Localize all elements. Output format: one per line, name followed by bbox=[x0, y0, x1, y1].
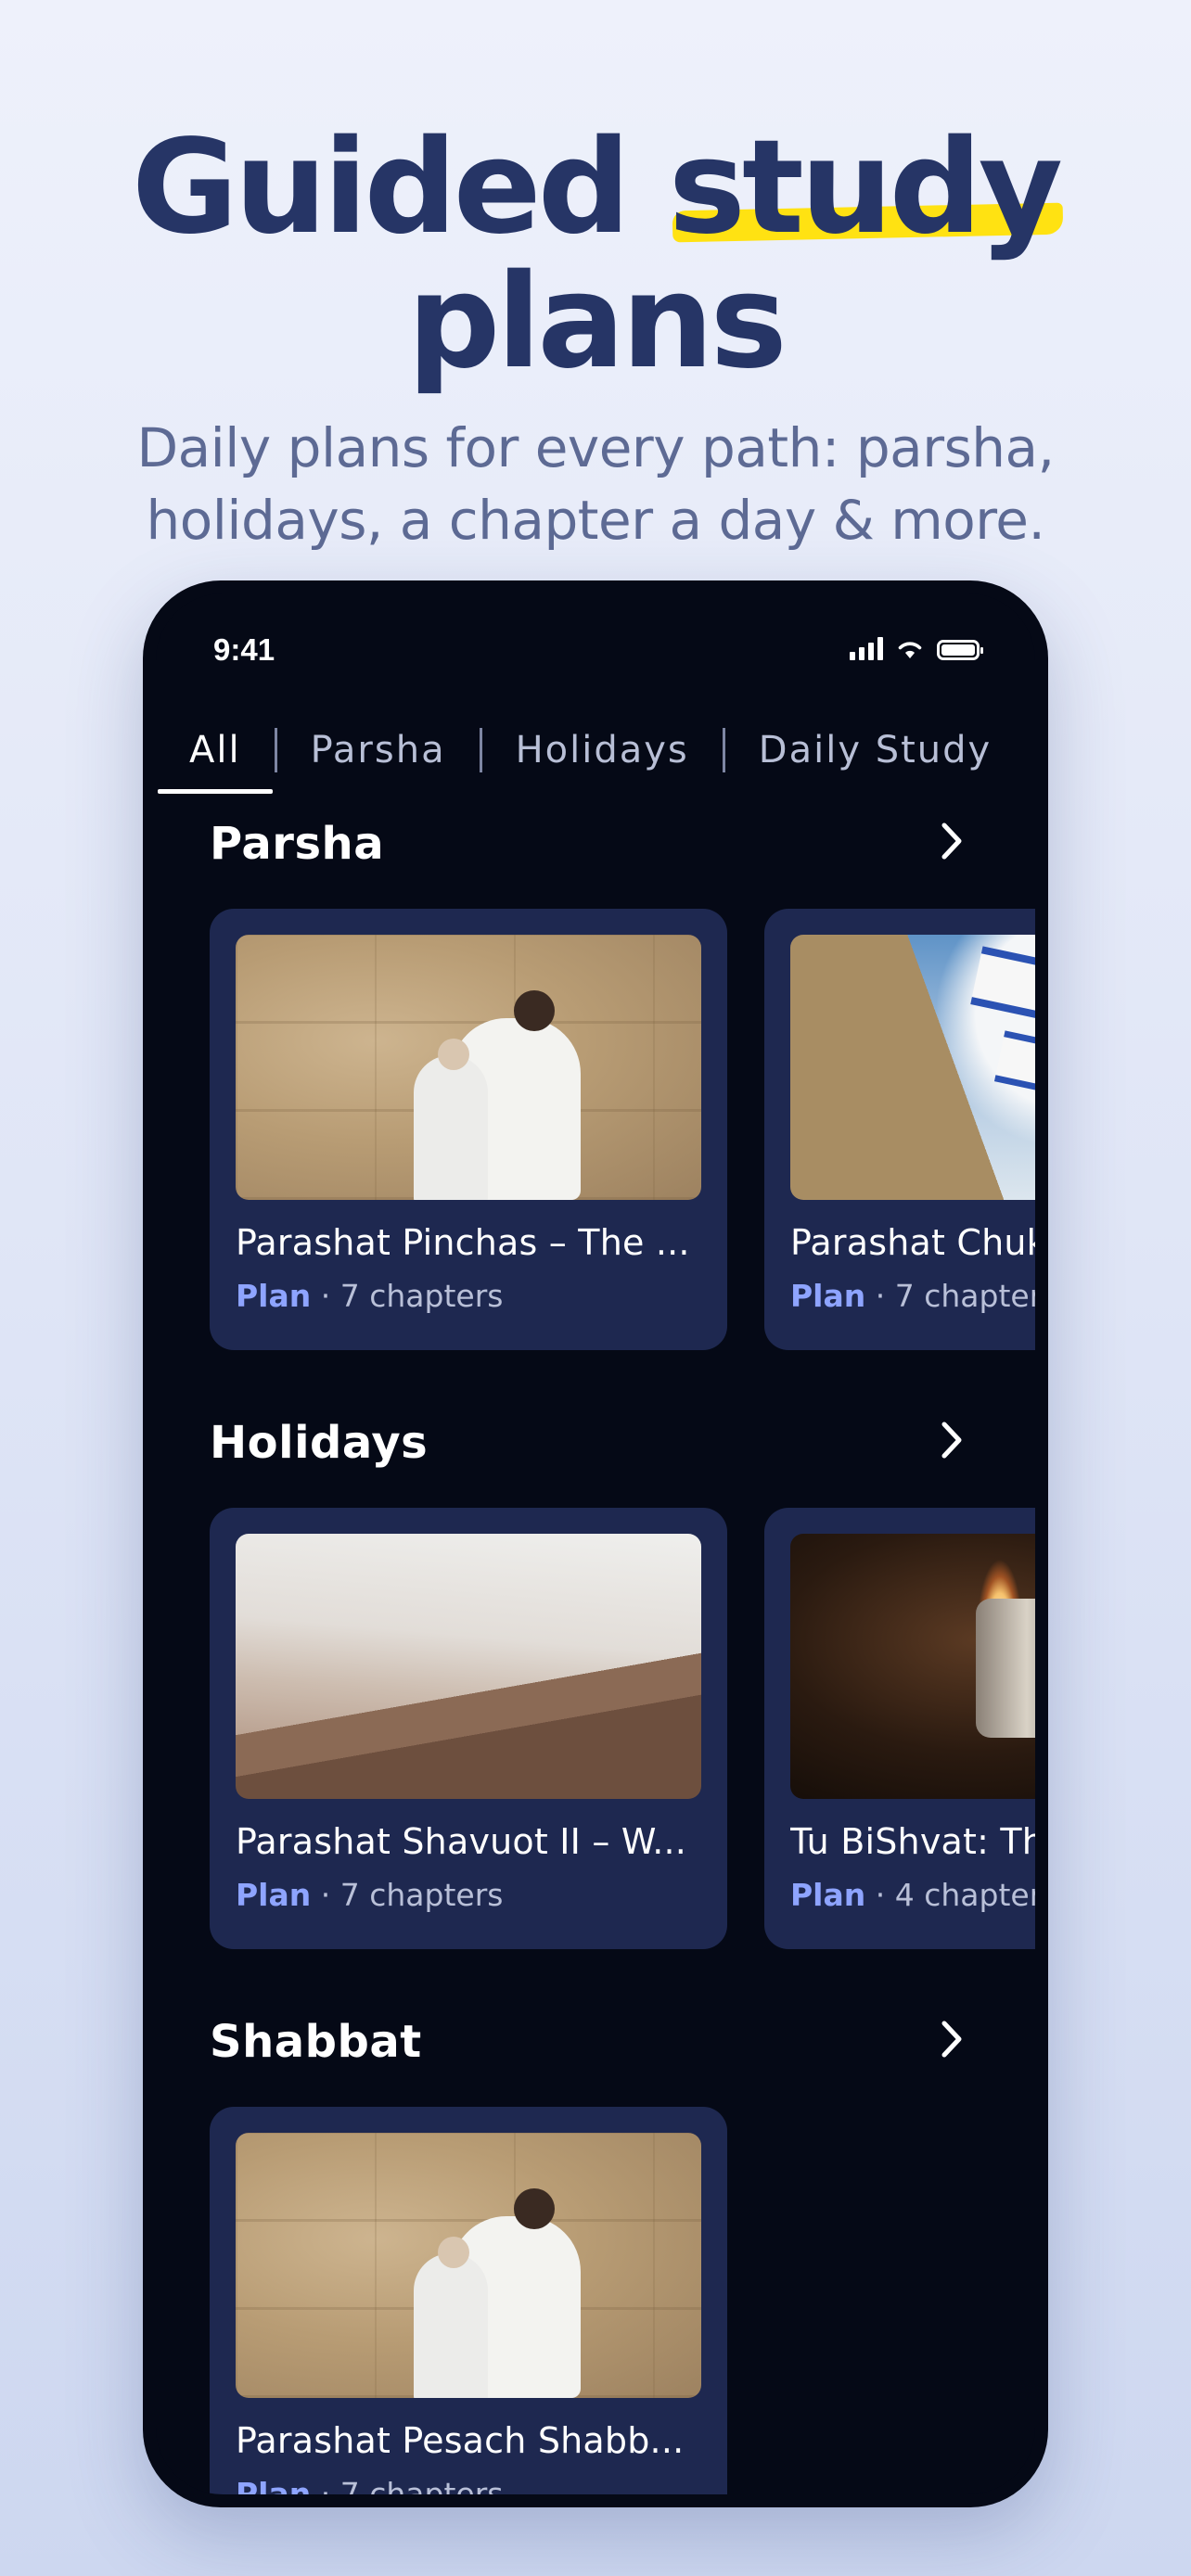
card-title: Parashat Pinchas – The ... bbox=[236, 1222, 690, 1263]
status-icons bbox=[850, 636, 983, 660]
chevron-right-icon[interactable] bbox=[933, 818, 970, 864]
wifi-icon bbox=[898, 642, 922, 658]
plan-badge: Plan bbox=[236, 1278, 312, 1314]
plan-card[interactable]: Parashat Shavuot II – W... Plan · 7 chap… bbox=[210, 1508, 727, 1949]
section-title[interactable]: Shabbat bbox=[210, 2016, 422, 2068]
phone-screen: 9:41 All Parsha Holidays Daily Study Par… bbox=[156, 593, 1035, 2494]
headline-line-1: Guided study bbox=[0, 121, 1191, 255]
israeli-flags-image bbox=[790, 935, 1035, 1200]
card-meta: Plan · 7 chapters bbox=[236, 1278, 504, 1314]
card-title: Tu BiShvat: The bbox=[790, 1821, 1035, 1862]
plan-badge: Plan bbox=[236, 1877, 312, 1913]
battery-icon bbox=[937, 640, 983, 660]
western-wall-prayer-image bbox=[236, 935, 701, 1200]
candle-image bbox=[790, 1534, 1035, 1799]
card-meta: Plan · 7 chapters bbox=[236, 2476, 701, 2494]
plan-card[interactable]: Tu BiShvat: The Plan · 4 chapters bbox=[764, 1508, 1035, 1949]
card-row: Parashat Pinchas – The ... Plan · 7 chap… bbox=[210, 909, 1035, 1350]
card-meta: Plan · 7 chapters bbox=[790, 1278, 1035, 1314]
tab-all[interactable]: All bbox=[156, 708, 275, 794]
card-title: Parashat Pesach Shabb... bbox=[236, 2420, 685, 2461]
desert-hills-image bbox=[236, 1534, 701, 1799]
headline-highlight-word: study bbox=[669, 121, 1064, 255]
plan-badge: Plan bbox=[790, 1278, 866, 1314]
filter-tabs: All Parsha Holidays Daily Study bbox=[156, 708, 1035, 794]
card-row: Parashat Pesach Shabb... Plan · 7 chapte… bbox=[210, 2107, 727, 2494]
plan-badge: Plan bbox=[790, 1877, 866, 1913]
status-time: 9:41 bbox=[213, 632, 275, 667]
plan-badge: Plan bbox=[236, 2476, 312, 2494]
plan-card[interactable]: Parashat Chuk Plan · 7 chapters bbox=[764, 909, 1035, 1350]
chevron-right-icon[interactable] bbox=[933, 2016, 970, 2062]
headline-line-2: plans bbox=[407, 247, 788, 398]
card-meta: Plan · 7 chapters bbox=[236, 1877, 504, 1913]
headline-word: Guided bbox=[131, 112, 631, 263]
subtitle: Daily plans for every path: parsha, holi… bbox=[136, 416, 1055, 552]
cellular-signal-icon bbox=[850, 636, 883, 660]
section-title[interactable]: Holidays bbox=[210, 1417, 428, 1469]
plan-card[interactable]: Parashat Pinchas – The ... Plan · 7 chap… bbox=[210, 909, 727, 1350]
western-wall-prayer-image bbox=[236, 2133, 701, 2398]
tab-daily-study[interactable]: Daily Study bbox=[725, 708, 1025, 792]
card-title: Parashat Shavuot II – W... bbox=[236, 1821, 687, 1862]
headline: Guided study plans bbox=[0, 121, 1191, 389]
chevron-right-icon[interactable] bbox=[933, 1417, 970, 1463]
tab-holidays[interactable]: Holidays bbox=[482, 708, 723, 792]
card-row: Parashat Shavuot II – W... Plan · 7 chap… bbox=[210, 1508, 1035, 1949]
card-meta: Plan · 4 chapters bbox=[790, 1877, 1035, 1913]
tab-parsha[interactable]: Parsha bbox=[277, 708, 480, 792]
plan-card[interactable]: Parashat Pesach Shabb... Plan · 7 chapte… bbox=[210, 2107, 727, 2494]
phone-frame: 9:41 All Parsha Holidays Daily Study Par… bbox=[143, 580, 1048, 2507]
section-title[interactable]: Parsha bbox=[210, 818, 384, 870]
card-title: Parashat Chuk bbox=[790, 1222, 1035, 1263]
